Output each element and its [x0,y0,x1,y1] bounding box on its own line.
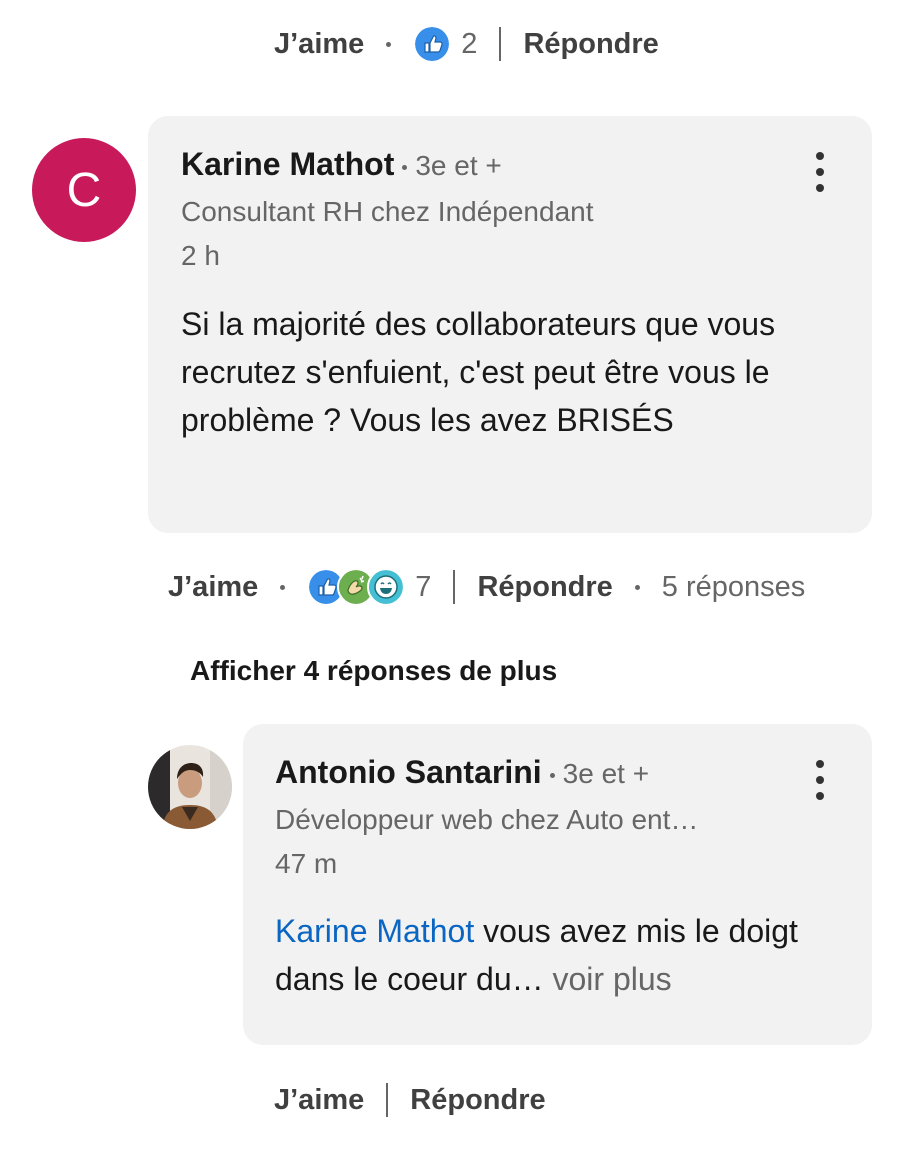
reply-timestamp: 47 m [275,848,338,879]
reply-header: Antonio Santarini 3e et + [275,754,649,791]
reply-button[interactable]: Répondre [410,1084,545,1117]
separator-dot [634,584,640,590]
reaction-count[interactable]: 7 [415,571,431,604]
comment-timestamp: 2 h [181,240,220,271]
reply-button[interactable]: Répondre [523,28,658,61]
author-name[interactable]: Karine Mathot [181,146,394,182]
avatar[interactable] [148,745,232,829]
like-button[interactable]: J’aime [274,28,364,61]
like-button[interactable]: J’aime [274,1084,364,1117]
reply-bubble: Antonio Santarini 3e et + Développeur web… [243,724,872,1045]
load-more-replies-button[interactable]: Afficher 4 réponses de plus [190,655,557,687]
avatar-letter: C [66,163,102,217]
connection-degree: 3e et + [394,150,502,181]
like-button[interactable]: J’aime [168,571,258,604]
see-more-link[interactable]: voir plus [544,961,672,997]
author-name[interactable]: Antonio Santarini [275,754,542,790]
more-options-button[interactable] [805,152,835,192]
separator-dot [386,41,392,47]
separator-dot [280,584,286,590]
author-headline: Consultant RH chez Indépendant [181,196,594,227]
connection-degree: 3e et + [542,758,649,789]
reply-button[interactable]: Répondre [477,571,612,604]
top-comment-actions: J’aime 2 Répondre [274,20,659,68]
profile-photo-icon [148,745,232,829]
reaction-count[interactable]: 2 [461,28,477,61]
reactions-summary[interactable] [307,568,406,606]
separator-bar [453,570,456,604]
mention-link[interactable]: Karine Mathot [275,913,474,949]
funny-icon [367,568,406,606]
avatar[interactable]: C [32,138,136,242]
reactions-summary[interactable] [413,25,452,63]
separator-bar [499,27,502,61]
like-icon [413,25,452,63]
reply-text: Karine Mathot vous avez mis le doigt dan… [275,907,835,1003]
comment-bubble: Karine Mathot 3e et + Consultant RH chez … [148,116,872,533]
comment-actions: J’aime 7 Répondre 5 réponses [168,563,805,611]
reply-actions: J’aime Répondre [274,1076,546,1124]
replies-count-link[interactable]: 5 réponses [662,571,806,604]
comment-header: Karine Mathot 3e et + [181,146,502,183]
comment-text: Si la majorité des collaborateurs que vo… [181,306,776,438]
author-headline: Développeur web chez Auto ent… [275,804,699,835]
separator-bar [386,1083,389,1117]
more-options-button[interactable] [805,760,835,800]
